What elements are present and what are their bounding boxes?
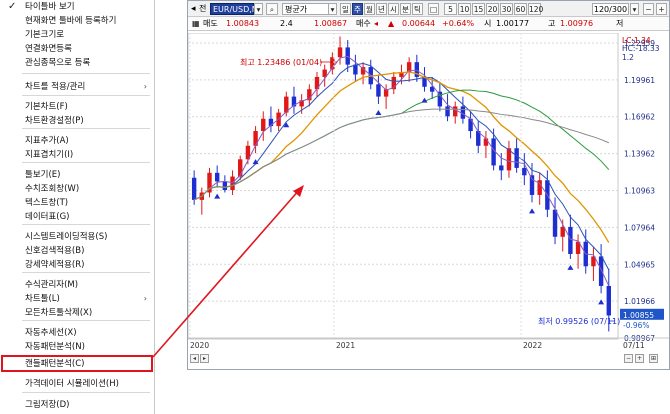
red-arrow-line — [152, 188, 301, 358]
annotation-overlay — [152, 185, 304, 358]
